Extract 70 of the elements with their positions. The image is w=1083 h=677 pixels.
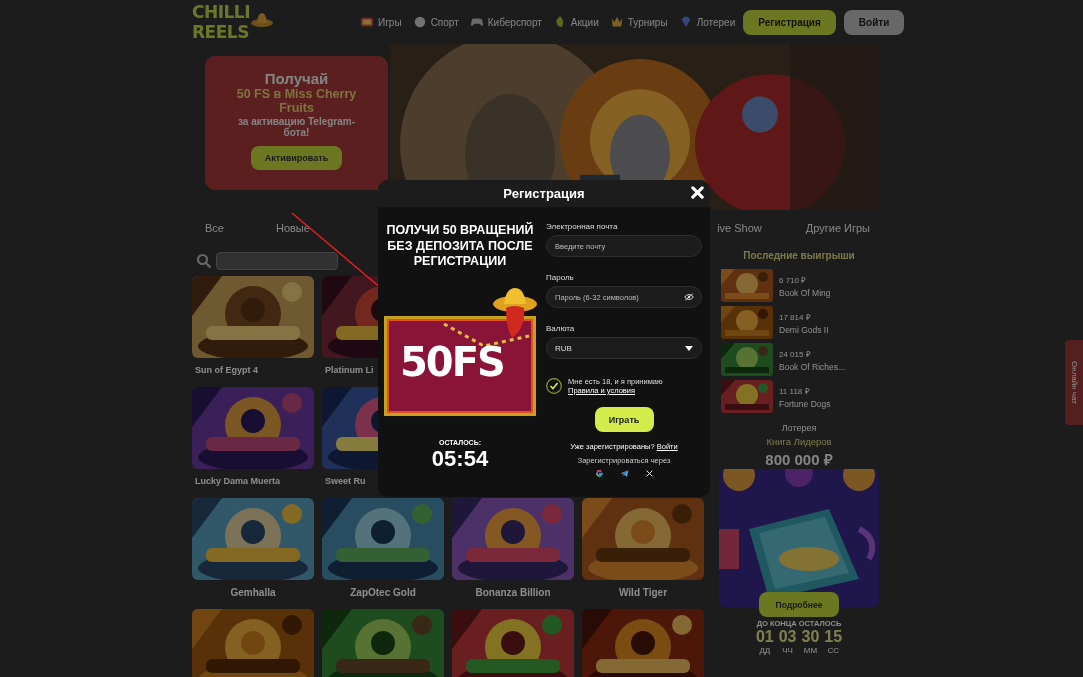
game-title: ZapOtec Gold xyxy=(349,587,417,598)
nav-link[interactable]: Лотереи xyxy=(678,15,736,29)
game-tab[interactable]: Все xyxy=(205,222,224,234)
play-button[interactable]: Играть xyxy=(594,407,654,432)
countdown-unit: ДД xyxy=(759,645,771,655)
lottery-label: Лотерея xyxy=(781,423,817,433)
logo-text: CHILLI xyxy=(192,2,251,22)
field-label: Валюта xyxy=(546,324,576,333)
countdown-value: 15 xyxy=(824,628,843,646)
countdown-value: 30 xyxy=(801,628,820,646)
ball-icon xyxy=(412,15,427,29)
chili-mascot-drawing xyxy=(492,285,538,340)
telegram-icon[interactable] xyxy=(619,469,629,478)
win-game: Book Of Ming xyxy=(779,287,831,298)
search-field[interactable] xyxy=(216,252,338,270)
lottery-name: Книга Лидеров xyxy=(766,436,832,447)
timer: 05:54 xyxy=(431,445,489,472)
search-icon xyxy=(196,253,212,269)
game-title: Lucky Dama Muerta xyxy=(194,476,282,486)
login-button[interactable]: Войти xyxy=(843,9,905,35)
lottery-prize: 800 000 ₽ xyxy=(765,450,833,469)
win-amount: 24 015 ₽ xyxy=(779,348,812,359)
game-title: Bonanza Billion xyxy=(474,587,552,598)
register-button[interactable]: Регистрация xyxy=(743,9,836,35)
game-title: Platinum Li xyxy=(324,365,375,375)
field-label: Пароль xyxy=(546,273,575,282)
game-title: Sweet Ru xyxy=(324,476,367,486)
chat-tab[interactable]: Онлайн чат xyxy=(1065,340,1083,425)
promo-subtitle: за активацию Telegram-бота! xyxy=(237,115,356,138)
game-tab[interactable]: Другие Игры xyxy=(805,222,870,234)
winners-title: Последние выигрыши xyxy=(743,250,855,261)
currency-select[interactable]: RUB xyxy=(546,337,702,359)
dialog-title: Регистрация xyxy=(503,186,585,201)
slot-machine-icon xyxy=(360,15,375,29)
consent-checkbox[interactable] xyxy=(546,378,562,394)
game-title: Gemhalla xyxy=(229,587,277,598)
win-amount: 6 710 ₽ xyxy=(779,274,808,285)
crown-icon xyxy=(609,15,624,29)
countdown-value: 03 xyxy=(778,628,797,646)
close-icon[interactable] xyxy=(691,186,704,199)
promo-highlight: 50 FS в Miss Cherry Fruits xyxy=(235,87,358,116)
win-amount: 17 814 ₽ xyxy=(779,311,812,322)
activate-button[interactable]: Активировать xyxy=(250,145,343,170)
game-tab[interactable]: ive Show xyxy=(717,222,762,234)
countdown-unit: СС xyxy=(827,645,839,655)
win-game: Book Of Riches... xyxy=(779,361,846,372)
promo-title: Получай xyxy=(264,70,329,87)
nav-link[interactable]: Спорт xyxy=(412,15,459,29)
nav-link[interactable]: Игры xyxy=(360,15,402,29)
banner-text: 50FS xyxy=(400,341,504,382)
eye-crossed-icon[interactable] xyxy=(684,293,694,301)
win-amount: 11 118 ₽ xyxy=(779,385,811,396)
game-title: Wild Tiger xyxy=(617,587,669,598)
nav-link[interactable]: Турниры xyxy=(609,15,668,29)
x-icon[interactable] xyxy=(644,469,654,478)
nav-link[interactable]: Киберспорт xyxy=(469,15,542,29)
countdown-unit: ММ xyxy=(803,645,818,655)
game-title: Sun of Egypt 4 xyxy=(194,365,259,375)
offer-headline: ПОЛУЧИ 50 ВРАЩЕНИЙ БЕЗ ДЕПОЗИТА ПОСЛЕ РЕГИСТРАЦИИ xyxy=(385,223,535,270)
game-tab[interactable]: Новые xyxy=(275,222,310,234)
field-label: Электронная почта xyxy=(546,222,619,231)
nav-link[interactable]: Акции xyxy=(552,15,599,29)
countdown-unit: ЧЧ xyxy=(782,645,793,655)
logo-text: REELS xyxy=(192,22,250,42)
countdown-value: 01 xyxy=(755,628,774,646)
google-icon[interactable] xyxy=(594,469,604,478)
win-game: Fortune Dogs xyxy=(779,398,831,409)
win-game: Demi Gods II xyxy=(779,324,829,335)
caret-icon xyxy=(685,345,693,351)
details-button[interactable]: Подробнее xyxy=(759,592,839,617)
